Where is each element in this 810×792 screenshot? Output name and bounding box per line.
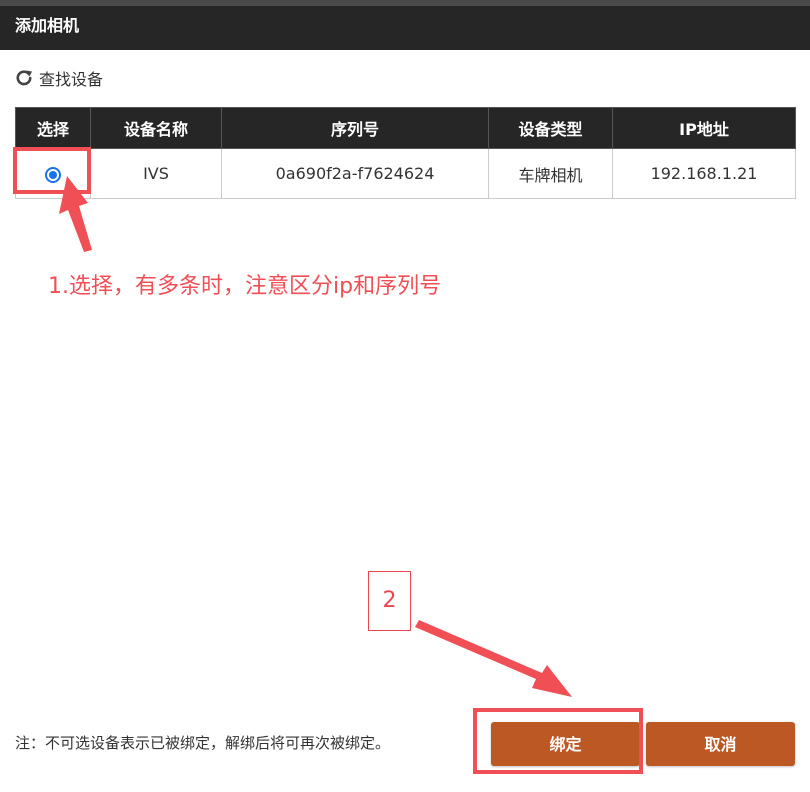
column-header-select: 选择 — [15, 107, 91, 149]
ip-cell: 192.168.1.21 — [612, 148, 796, 199]
annotation-step-2: 2 — [368, 571, 411, 631]
device-name-cell: IVS — [90, 148, 222, 199]
refresh-icon — [15, 69, 33, 87]
arrow-to-bind — [415, 620, 572, 697]
table-row[interactable]: IVS 0a690f2a-f7624624 车牌相机 192.168.1.21 — [15, 148, 796, 199]
annotation-step-1: 1.选择，有多条时，注意区分ip和序列号 — [48, 274, 442, 299]
device-radio-selected[interactable] — [45, 166, 61, 183]
select-cell[interactable] — [15, 148, 91, 199]
column-header-device-name: 设备名称 — [90, 107, 222, 149]
table-header-row: 选择 设备名称 序列号 设备类型 IP地址 — [15, 107, 796, 149]
column-header-serial: 序列号 — [221, 107, 489, 149]
column-header-ip: IP地址 — [612, 107, 796, 149]
cancel-button[interactable]: 取消 — [646, 722, 795, 766]
binding-note: 注：不可选设备表示已被绑定，解绑后将可再次被绑定。 — [15, 734, 391, 752]
find-device-label: 查找设备 — [39, 70, 104, 89]
device-type-cell: 车牌相机 — [488, 148, 613, 199]
device-table: 选择 设备名称 序列号 设备类型 IP地址 IVS 0a690f2a-f7624… — [15, 107, 796, 199]
bind-button[interactable]: 绑定 — [491, 722, 640, 766]
dialog-title: 添加相机 — [0, 6, 810, 50]
find-device-button[interactable]: 查找设备 — [15, 66, 103, 90]
column-header-device-type: 设备类型 — [488, 107, 613, 149]
serial-cell: 0a690f2a-f7624624 — [221, 148, 489, 199]
